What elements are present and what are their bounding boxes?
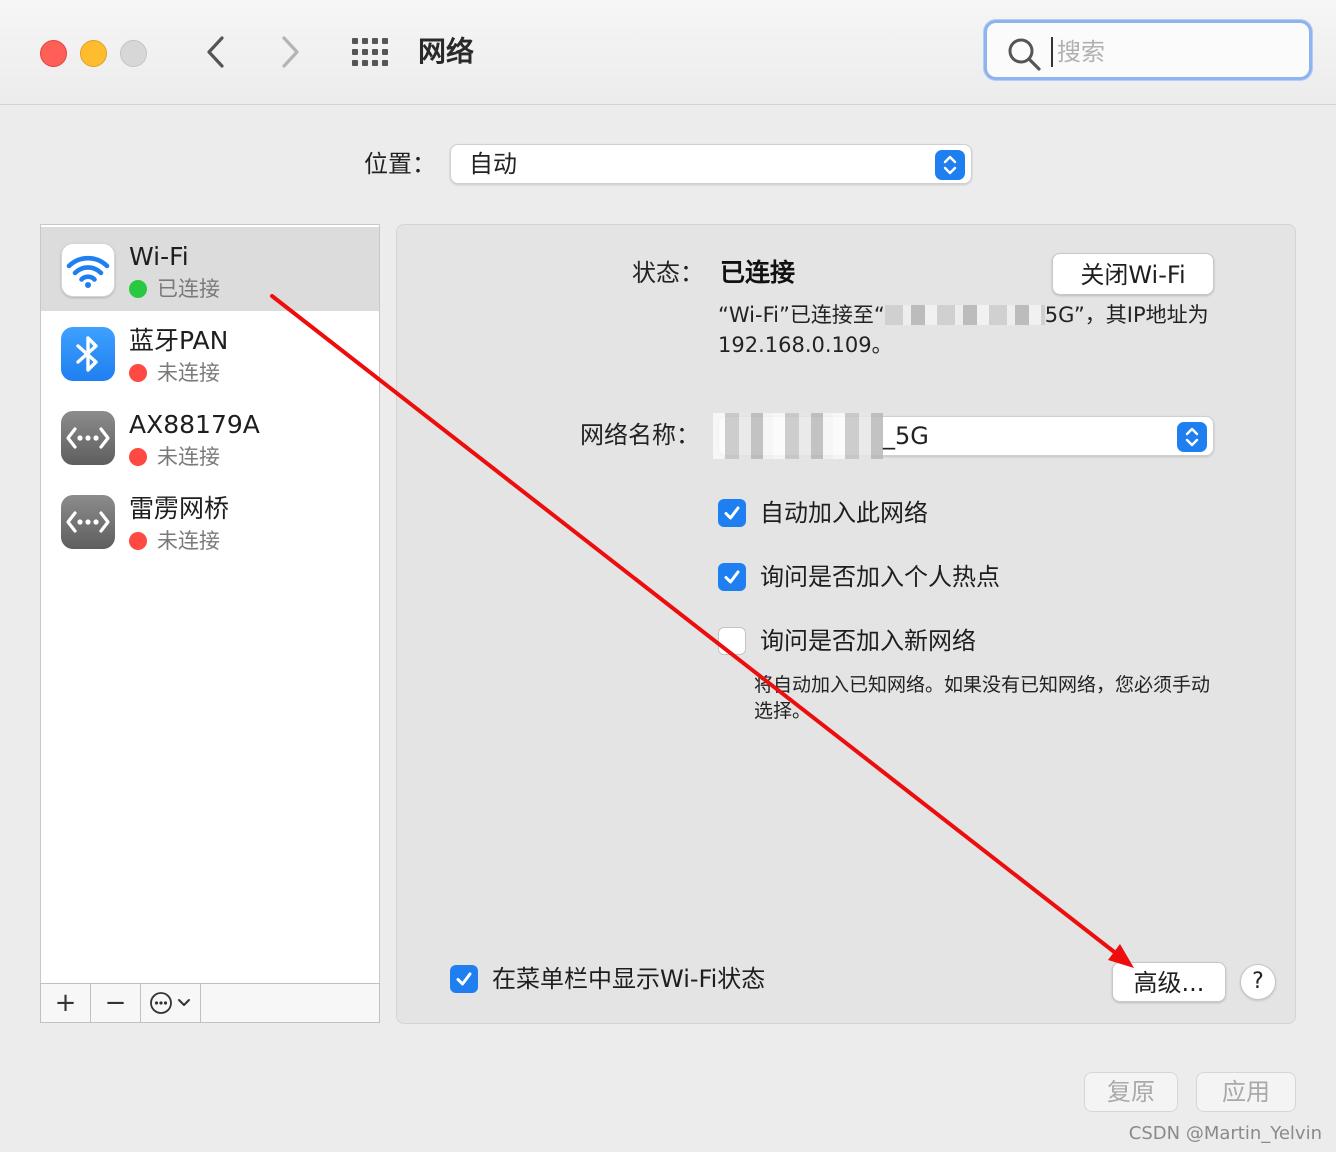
zoom-window-button[interactable] (120, 40, 147, 67)
ethernet-icon (61, 411, 115, 465)
menubar-status-checkbox-row[interactable]: 在菜单栏中显示Wi-Fi状态 (450, 962, 765, 996)
service-name: Wi-Fi (129, 242, 189, 271)
location-popup[interactable]: 自动 (450, 144, 972, 184)
wifi-icon (61, 243, 115, 297)
add-service-button[interactable]: + (41, 984, 91, 1022)
service-item-wifi[interactable]: Wi-Fi 已连接 (41, 227, 379, 311)
network-name-label: 网络名称： (580, 421, 700, 449)
minimize-window-button[interactable] (80, 40, 107, 67)
chevron-right-icon (282, 36, 299, 68)
help-button[interactable]: ? (1240, 964, 1276, 1000)
ask-hotspot-label: 询问是否加入个人热点 (760, 563, 1000, 591)
location-value: 自动 (469, 150, 517, 178)
title-bar: 网络 (0, 0, 1336, 105)
service-status: 未连接 (129, 359, 220, 387)
close-window-button[interactable] (40, 40, 67, 67)
bluetooth-icon (61, 327, 115, 381)
service-item-bluetooth-pan[interactable]: 蓝牙PAN 未连接 (41, 311, 379, 395)
status-label: 状态： (632, 259, 704, 287)
status-dot-red (129, 364, 147, 382)
checkmark-icon (724, 570, 740, 584)
service-list-toolbar: + − (40, 983, 380, 1023)
updown-chevron-icon (1177, 422, 1207, 452)
checkmark-icon (724, 506, 740, 520)
updown-chevron-icon (935, 150, 965, 180)
network-name-value: _5G (883, 422, 929, 450)
remove-service-button[interactable]: − (91, 984, 141, 1022)
redacted-network-name (884, 305, 1045, 325)
menubar-status-label: 在菜单栏中显示Wi-Fi状态 (492, 965, 766, 993)
service-status: 未连接 (129, 443, 220, 471)
action-menu-button[interactable] (141, 984, 201, 1022)
location-label: 位置： (364, 150, 436, 178)
service-name: 蓝牙PAN (129, 326, 229, 355)
service-status: 已连接 (129, 275, 220, 303)
service-status: 未连接 (129, 527, 220, 555)
search-field[interactable] (984, 20, 1312, 80)
auto-join-checkbox[interactable] (718, 499, 746, 527)
ask-new-network-hint: 将自动加入已知网络。如果没有已知网络，您必须手动选择。 (754, 674, 1211, 722)
service-name: AX88179A (129, 410, 260, 439)
forward-button[interactable] (270, 32, 310, 72)
network-name-popup[interactable]: _5G (713, 413, 1214, 459)
status-dot-green (129, 280, 147, 298)
show-all-grid-icon[interactable] (352, 38, 390, 66)
ellipsis-circle-icon (149, 992, 190, 1014)
ask-new-network-checkbox-row[interactable]: 询问是否加入新网络 (718, 624, 976, 658)
checkmark-icon (456, 972, 472, 986)
chevron-left-icon (207, 36, 224, 68)
search-input[interactable] (1055, 33, 1299, 71)
service-list: Wi-Fi 已连接 蓝牙PAN 未连接 AX88179A 未连接 雷雳网桥 未连… (40, 224, 380, 984)
ask-new-network-label: 询问是否加入新网络 (760, 627, 976, 655)
service-item-ax88179a[interactable]: AX88179A 未连接 (41, 395, 379, 479)
ask-hotspot-checkbox-row[interactable]: 询问是否加入个人热点 (718, 560, 1000, 594)
back-button[interactable] (196, 32, 236, 72)
auto-join-checkbox-row[interactable]: 自动加入此网络 (718, 496, 928, 530)
ask-hotspot-checkbox[interactable] (718, 563, 746, 591)
service-item-thunderbolt-bridge[interactable]: 雷雳网桥 未连接 (41, 479, 379, 563)
auto-join-label: 自动加入此网络 (760, 499, 928, 527)
status-dot-red (129, 532, 147, 550)
status-description: “Wi-Fi”已连接至“ 5G”，其IP地址为192.168.0.109。 (718, 303, 1209, 357)
status-dot-red (129, 448, 147, 466)
advanced-button[interactable]: 高级... (1112, 962, 1226, 1002)
service-name: 雷雳网桥 (129, 494, 230, 523)
status-value: 已连接 (720, 258, 796, 287)
watermark: CSDN @Martin_Yelvin (1128, 1123, 1322, 1144)
search-icon (1008, 38, 1041, 71)
redacted-network-name (713, 413, 883, 459)
ask-new-network-checkbox[interactable] (718, 627, 746, 655)
apply-button[interactable]: 应用 (1196, 1072, 1296, 1112)
text-cursor (1051, 37, 1053, 67)
ethernet-icon (61, 495, 115, 549)
window-title: 网络 (418, 35, 475, 68)
menubar-status-checkbox[interactable] (450, 965, 478, 993)
turn-off-wifi-button[interactable]: 关闭Wi-Fi (1052, 253, 1214, 295)
revert-button[interactable]: 复原 (1084, 1072, 1178, 1112)
